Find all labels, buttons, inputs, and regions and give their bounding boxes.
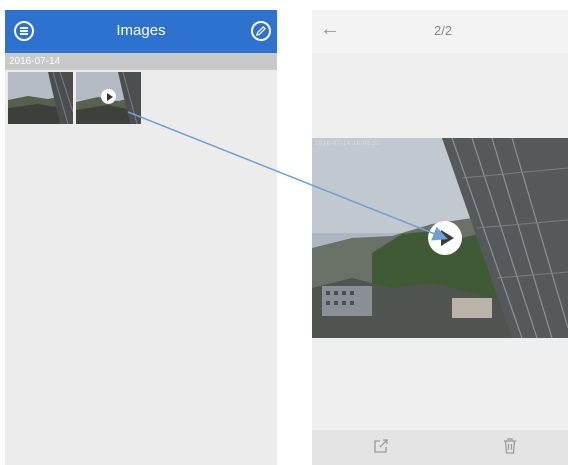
gallery-screen: Images 2016-07-14 <box>5 10 277 465</box>
video-thumbnail[interactable] <box>76 72 141 124</box>
back-arrow-icon[interactable]: ← <box>320 18 340 40</box>
viewer-header: ← 2/2 <box>312 10 568 53</box>
play-icon[interactable] <box>101 89 116 104</box>
gallery-header: Images <box>5 10 277 53</box>
trash-icon[interactable] <box>502 437 518 460</box>
page-indicator: 2/2 <box>434 23 453 38</box>
video-timestamp-overlay: 2016-07-14 10:09:52 <box>315 141 381 147</box>
viewer-toolbar <box>312 430 568 465</box>
date-header: 2016-07-14 <box>5 53 277 70</box>
play-icon[interactable] <box>428 221 462 255</box>
edit-icon[interactable] <box>251 21 271 41</box>
video-preview[interactable]: 2016-07-14 10:09:52 <box>312 138 568 338</box>
image-thumbnail[interactable] <box>8 72 73 124</box>
share-icon[interactable] <box>372 437 390 460</box>
viewer-screen: ← 2/2 2016-07-14 10:09:52 <box>312 10 568 465</box>
page-title: Images <box>116 22 166 39</box>
